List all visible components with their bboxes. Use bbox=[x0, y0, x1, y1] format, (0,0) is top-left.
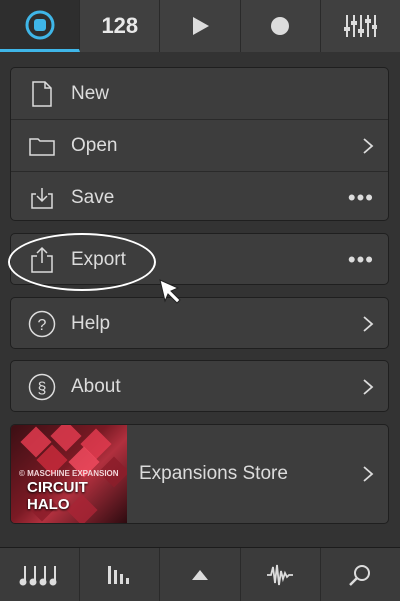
waveform-button[interactable] bbox=[241, 548, 321, 601]
triangle-up-icon bbox=[192, 569, 208, 580]
menu-item-about[interactable]: § About bbox=[11, 361, 388, 411]
mixer-icon bbox=[344, 15, 378, 37]
tempo-button[interactable]: 128 bbox=[80, 0, 161, 52]
menu-item-expansions-store[interactable]: © MASCHINE EXPANSION CIRCUIT HALO Expans… bbox=[11, 425, 388, 523]
store-group: © MASCHINE EXPANSION CIRCUIT HALO Expans… bbox=[10, 424, 389, 524]
menu-item-label: Export bbox=[71, 248, 126, 270]
search-button[interactable] bbox=[321, 548, 400, 601]
collapse-up-button[interactable] bbox=[160, 548, 241, 601]
play-icon bbox=[193, 17, 209, 35]
chevron-right-icon bbox=[362, 361, 374, 411]
notes-icon bbox=[19, 565, 57, 585]
chevron-right-icon bbox=[362, 425, 374, 523]
more-options-button[interactable]: ••• bbox=[347, 172, 374, 220]
menu-item-export[interactable]: Export ••• bbox=[11, 234, 388, 284]
record-icon bbox=[271, 17, 290, 35]
expansion-title-text: CIRCUIT HALO bbox=[27, 479, 88, 513]
about-group: § About bbox=[10, 360, 389, 412]
menu-item-help[interactable]: ? Help bbox=[11, 298, 388, 348]
top-toolbar: 128 bbox=[0, 0, 400, 53]
question-circle-icon: ? bbox=[27, 309, 57, 339]
waveform-icon bbox=[267, 564, 294, 585]
steps-icon bbox=[107, 565, 129, 584]
menu-item-open[interactable]: Open bbox=[11, 120, 388, 172]
steps-button[interactable] bbox=[80, 548, 161, 601]
menu-item-label: Open bbox=[71, 134, 118, 156]
bottom-toolbar bbox=[0, 547, 400, 601]
export-group: Export ••• bbox=[10, 233, 389, 285]
expansion-brand-text: © MASCHINE EXPANSION bbox=[19, 469, 119, 478]
menu-item-label: Save bbox=[71, 186, 115, 208]
chevron-right-icon bbox=[362, 120, 374, 171]
folder-icon bbox=[27, 131, 57, 161]
svg-text:§: § bbox=[38, 380, 47, 397]
file-group: New Open Save ••• bbox=[10, 67, 389, 221]
more-options-button[interactable]: ••• bbox=[347, 234, 374, 284]
menu-item-save[interactable]: Save ••• bbox=[11, 172, 388, 220]
svg-text:?: ? bbox=[38, 317, 47, 334]
menu-item-new[interactable]: New bbox=[11, 68, 388, 120]
record-button[interactable] bbox=[240, 0, 321, 52]
play-button[interactable] bbox=[160, 0, 241, 52]
more-dots-icon: ••• bbox=[347, 184, 374, 210]
main-menu: New Open Save ••• Export ••• ? Help § Ab… bbox=[0, 52, 400, 547]
search-icon bbox=[349, 564, 371, 586]
menu-item-label: Help bbox=[71, 312, 111, 334]
menu-item-label: New bbox=[71, 82, 110, 104]
section-sign-icon: § bbox=[27, 372, 57, 402]
more-dots-icon: ••• bbox=[347, 246, 374, 272]
help-group: ? Help bbox=[10, 297, 389, 349]
tempo-value: 128 bbox=[101, 13, 139, 38]
notes-button[interactable] bbox=[0, 548, 81, 601]
mixer-button[interactable] bbox=[320, 0, 400, 52]
expansion-artwork: © MASCHINE EXPANSION CIRCUIT HALO bbox=[11, 425, 127, 523]
maschine-logo-button[interactable] bbox=[0, 0, 81, 52]
save-tray-icon bbox=[27, 183, 57, 213]
menu-item-label: Expansions Store bbox=[139, 463, 288, 484]
maschine-logo-icon bbox=[25, 10, 55, 39]
cursor-arrow-icon bbox=[159, 279, 181, 304]
menu-item-label: About bbox=[71, 375, 121, 397]
document-icon bbox=[27, 79, 57, 109]
chevron-right-icon bbox=[362, 298, 374, 348]
share-icon bbox=[27, 245, 57, 275]
